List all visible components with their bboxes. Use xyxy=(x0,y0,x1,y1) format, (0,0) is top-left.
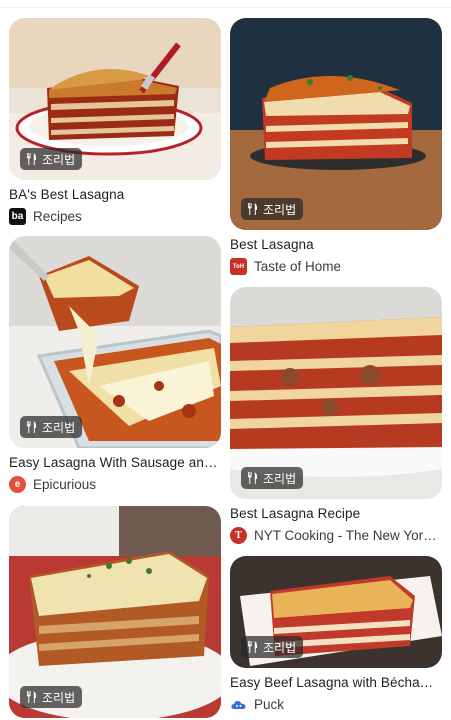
recipe-badge: 조리법 xyxy=(20,686,83,708)
badge-label: 조리법 xyxy=(42,420,76,435)
result-source[interactable]: ToH Taste of Home xyxy=(230,258,442,275)
fork-knife-icon xyxy=(27,691,36,703)
fork-knife-icon xyxy=(27,153,36,165)
taste-of-home-logo-icon: ToH xyxy=(230,258,247,275)
result-card[interactable]: 조리법 BA's Best Lasagna ba Recipes xyxy=(9,18,221,225)
result-image[interactable]: 조리법 xyxy=(230,18,442,230)
cloud-icon xyxy=(231,701,246,709)
recipe-badge: 조리법 xyxy=(20,416,83,438)
result-source[interactable]: Puck xyxy=(230,696,442,713)
badge-label: 조리법 xyxy=(42,152,76,167)
recipe-badge: 조리법 xyxy=(241,467,304,489)
recipe-badge: 조리법 xyxy=(241,198,304,220)
result-title[interactable]: Easy Lasagna With Sausage and… xyxy=(9,455,221,470)
fork-knife-icon xyxy=(27,421,36,433)
source-name: Taste of Home xyxy=(254,259,342,274)
result-title[interactable]: Best Lasagna Recipe xyxy=(230,506,442,521)
puck-logo-icon xyxy=(230,696,247,713)
top-divider xyxy=(0,0,451,8)
result-title[interactable]: Best Lasagna xyxy=(230,237,442,252)
result-card[interactable]: 조리법 Easy Lasagna With Sausage and… e Epi… xyxy=(9,236,221,493)
source-name: Recipes xyxy=(33,209,82,224)
result-image[interactable]: 조리법 xyxy=(9,236,221,448)
bon-appetit-logo-icon: ba xyxy=(9,208,26,225)
result-source[interactable]: T NYT Cooking - The New York… xyxy=(230,527,442,544)
fork-knife-icon xyxy=(248,641,257,653)
nyt-cooking-logo-icon: T xyxy=(230,527,247,544)
badge-label: 조리법 xyxy=(263,640,297,655)
fork-knife-icon xyxy=(248,472,257,484)
result-title[interactable]: Easy Beef Lasagna with Béchamel… xyxy=(230,675,442,690)
result-title[interactable]: BA's Best Lasagna xyxy=(9,187,221,202)
result-card[interactable]: 조리법 Easy Beef Lasagna with Béchamel… Puc… xyxy=(230,556,442,713)
source-name: Epicurious xyxy=(33,477,97,492)
source-name: NYT Cooking - The New York… xyxy=(254,528,442,543)
result-card[interactable]: 조리법 Best Lasagna ToH Taste of Home xyxy=(230,18,442,275)
fork-knife-icon xyxy=(248,203,257,215)
recipe-badge: 조리법 xyxy=(20,148,83,170)
badge-label: 조리법 xyxy=(42,690,76,705)
result-card[interactable]: 조리법 Best Lasagna Recipe T NYT Cooking - … xyxy=(230,287,442,544)
result-source[interactable]: ba Recipes xyxy=(9,208,221,225)
badge-label: 조리법 xyxy=(263,202,297,217)
source-name: Puck xyxy=(254,697,285,712)
result-source[interactable]: e Epicurious xyxy=(9,476,221,493)
epicurious-logo-icon: e xyxy=(9,476,26,493)
result-card[interactable]: 조리법 xyxy=(9,506,221,718)
result-image[interactable]: 조리법 xyxy=(230,287,442,499)
badge-label: 조리법 xyxy=(263,471,297,486)
result-image[interactable]: 조리법 xyxy=(9,18,221,180)
recipe-badge: 조리법 xyxy=(241,636,304,658)
result-image[interactable]: 조리법 xyxy=(230,556,442,668)
result-image[interactable]: 조리법 xyxy=(9,506,221,718)
